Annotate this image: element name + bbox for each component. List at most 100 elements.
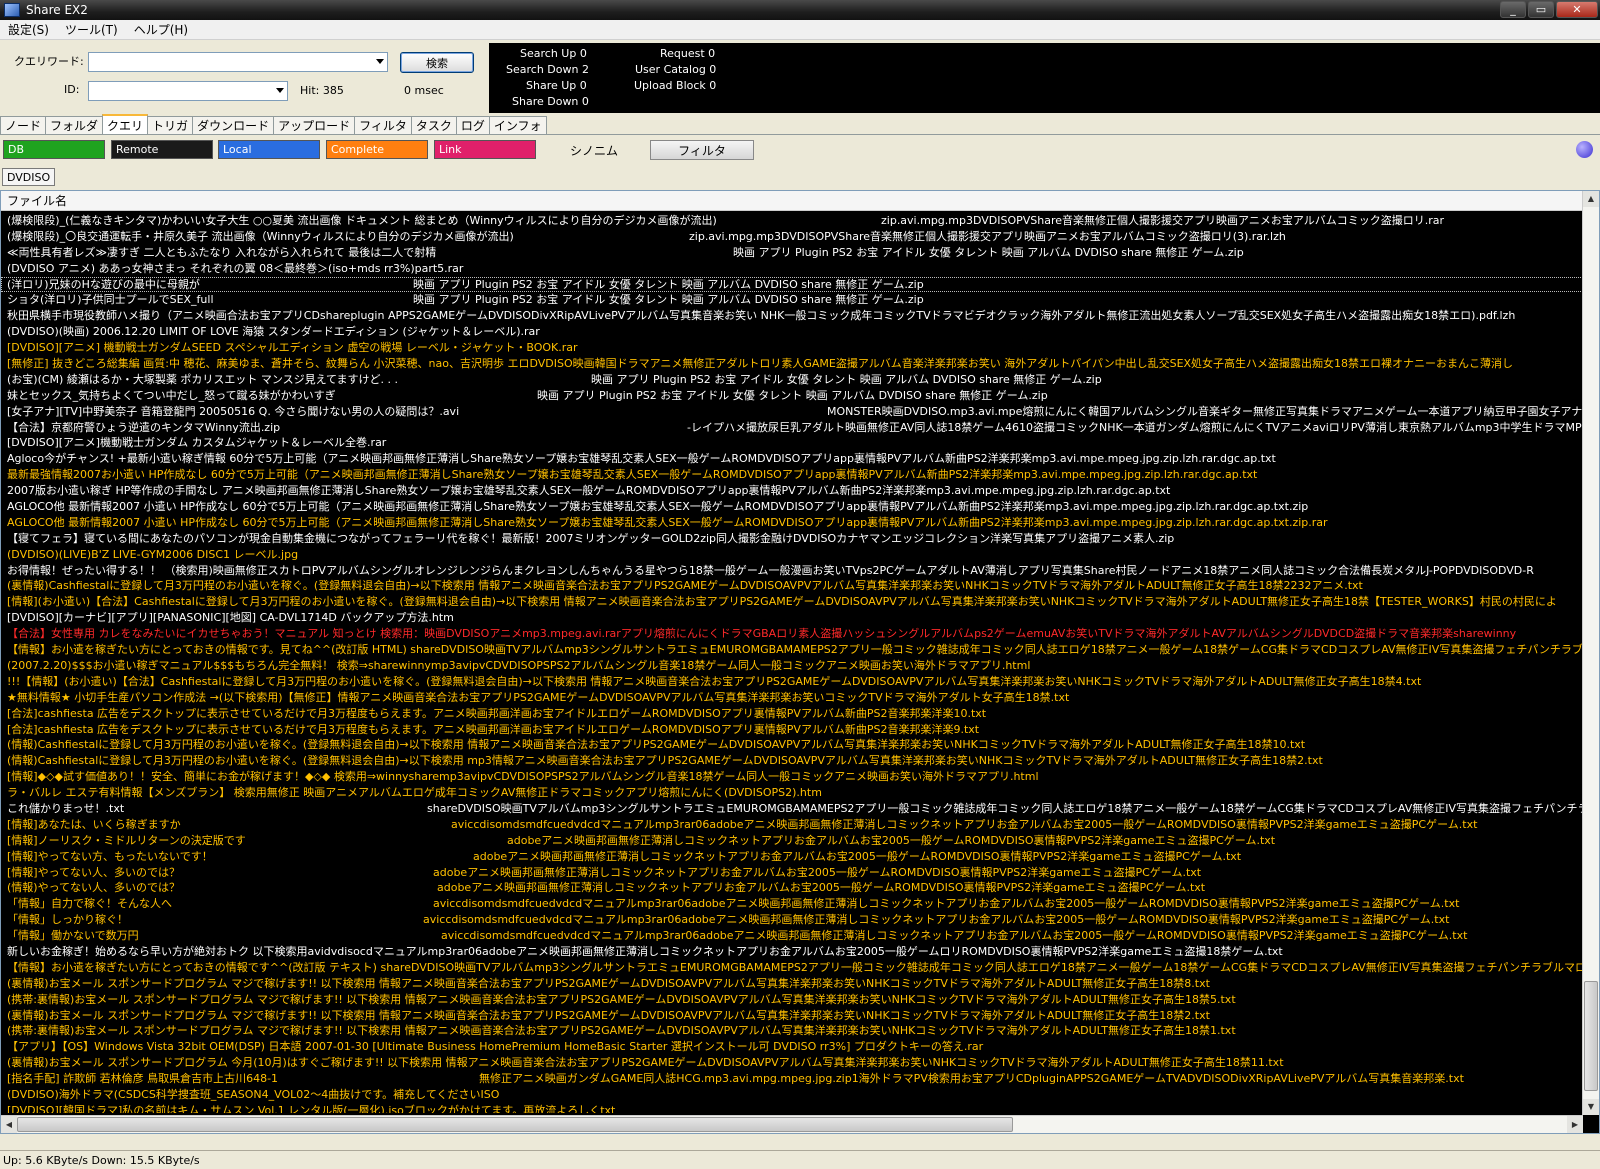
table-row[interactable]: ラ・バルレ エステ有料情報【メンズブラン】 検索用無修正 映画アニメアルバムエロ…: [1, 785, 1583, 801]
table-row[interactable]: ★無料情報★ 小切手生産パソコン作成法 →(以下検索用)【無修正】情報アニメ映画…: [1, 690, 1583, 706]
table-row[interactable]: 秋田県横手市現役教師ハメ撮り（アニメ映画合法お宝アプリCDshareplugin…: [1, 308, 1583, 324]
table-row[interactable]: お得情報！ぜったい得する！！ （検索用)映画無修正スカトロPVアルバムシングルオ…: [1, 563, 1583, 579]
scroll-right-icon[interactable]: ▶: [1567, 1116, 1583, 1133]
table-row[interactable]: 「情報」自力で稼ぐ！そんな人へ aviccdisomdsmdfcuedvdcdマニ…: [1, 896, 1583, 912]
tab-task[interactable]: タスク: [410, 116, 457, 134]
table-row[interactable]: Agloco今がチャンス! +最新小遣い稼ぎ情報 60分で5万上可能（アニメ映画…: [1, 451, 1583, 467]
table-row[interactable]: 【アプリ】【OS】Windows Vista 32bit OEM(DSP) 日本…: [1, 1039, 1583, 1055]
tab-filter[interactable]: フィルタ: [354, 116, 412, 134]
table-row[interactable]: (DVDISO)海外ドラマ(CSDCS科学捜査班_SEASON4_VOL02～4…: [1, 1087, 1583, 1103]
chevron-down-icon[interactable]: [276, 88, 284, 93]
tab-trigger[interactable]: トリガ: [147, 116, 194, 134]
id-combo[interactable]: [88, 81, 288, 101]
scroll-left-icon[interactable]: ◀: [1, 1116, 17, 1133]
table-row[interactable]: (お宝)(CM) 綾瀬はるか・大塚製薬 ポカリスエット マンスジ見えてますけど.…: [1, 372, 1583, 388]
table-row[interactable]: これ儲かりまっせ！.txt shareDVDISO映画TVアルバムmp3シングルサ…: [1, 801, 1583, 817]
menu-settings[interactable]: 設定(S): [0, 21, 57, 38]
filter-chip-local[interactable]: Local: [218, 140, 320, 159]
tab-log[interactable]: ログ: [455, 116, 490, 134]
table-row[interactable]: 妹とセックス_気持ちよくてつい中だし_怒って蹴る妹がかわいすぎ 映画 アプリ Pl…: [1, 388, 1583, 404]
table-row[interactable]: [指名手配] 詐欺師 若林倫彦 鳥取県倉吉市上古川648-1 無修正アニメ映画ガン…: [1, 1071, 1583, 1087]
menu-tools[interactable]: ツール(T): [57, 21, 126, 38]
table-row[interactable]: [DVDISO][カーナビ][アプリ][PANASONIC][地図] CA-DV…: [1, 610, 1583, 626]
filter-chip-db[interactable]: DB: [3, 140, 105, 159]
keyword-tab-dvdiso[interactable]: DVDISO: [2, 168, 56, 186]
table-row[interactable]: (携帯:裏情報)お宝メール スポンサードプログラム マジで稼げます!! 以下検索…: [1, 992, 1583, 1008]
table-row[interactable]: !!!【情報】(お小遣い)【合法】Cashfiestalに登録して月3万円程のお…: [1, 674, 1583, 690]
table-row[interactable]: 【情報】お小遣を稼ぎたい方にとっておきの情報です。見てね^^(改訂版 HTML)…: [1, 642, 1583, 658]
table-row[interactable]: [情報]◆◇◆試す価値あり！！安全、簡単にお金が稼げます！◆◇◆ 検索用⇒win…: [1, 769, 1583, 785]
scroll-down-icon[interactable]: ▼: [1583, 1099, 1599, 1115]
menu-help[interactable]: ヘルプ(H): [126, 21, 196, 38]
table-row[interactable]: 【合法】京都府警ひょう逆遣のキンタマWinny流出.zip -レイプハメ撮放尿巨乳…: [1, 420, 1583, 436]
results-list[interactable]: ファイル名 (爆検限段)_(仁義なきキンタマ)かわいい女子大生 ○○夏美 流出画…: [0, 190, 1600, 1134]
table-row[interactable]: (DVDISO アニメ) ああっ女神さまっ それぞれの翼 08＜最終巻＞(iso…: [1, 261, 1583, 277]
table-row[interactable]: (情報)Cashfiestalに登録して月3万円程のお小遣いを稼ぐ。(登録無料退…: [1, 737, 1583, 753]
table-row[interactable]: AGLOCO他 最新情報2007 小遣い HP作成なし 60分で5万上可能（アニ…: [1, 499, 1583, 515]
filter-chip-link[interactable]: Link: [434, 140, 536, 159]
table-row[interactable]: [情報]やってない方、もったいないです！ adobeアニメ映画邦画無修正薄消しコミ…: [1, 849, 1583, 865]
maximize-button[interactable]: ▭: [1528, 1, 1554, 18]
horizontal-scrollbar[interactable]: ◀ ▶: [1, 1115, 1583, 1133]
table-row[interactable]: (携帯:裏情報)お宝メール スポンサードプログラム マジで稼げます!! 以下検索…: [1, 1023, 1583, 1039]
synonym-label[interactable]: シノニム: [570, 142, 618, 159]
table-row[interactable]: (裏情報)お宝メール スポンサードプログラム マジで稼げます!! 以下検索用 情…: [1, 976, 1583, 992]
filter-chip-remote[interactable]: Remote: [111, 140, 213, 159]
table-row[interactable]: (情報)Cashfiestalに登録して月3万円程のお小遣いを稼ぐ。(登録無料退…: [1, 753, 1583, 769]
tab-download[interactable]: ダウンロード: [192, 116, 275, 134]
table-row[interactable]: [情報]あなたは、いくら稼ぎますか aviccdisomdsmdfcuedvdcd…: [1, 817, 1583, 833]
file-name: (裏情報)お宝メール スポンサードプログラム 今月(10月)はすぐご稼げます!!…: [7, 1056, 1284, 1070]
table-row[interactable]: ≪両性具有者レズ≫凄すぎ 二人ともふたなり 入れながら入れられて 最後は二人で射…: [1, 245, 1583, 261]
table-row[interactable]: [DVDISO][アニメ]機動戦士ガンダム カスタムジャケット＆レーベル全巻.r…: [1, 435, 1583, 451]
tab-query[interactable]: クエリ: [102, 114, 149, 134]
table-row[interactable]: [情報]やってない人、多いのでは？ adobeアニメ映画邦画無修正薄消しコミックネ…: [1, 865, 1583, 881]
table-row[interactable]: 「情報」しっかり稼ぐ！ aviccdisomdsmdfcuedvdcdマニュアルm…: [1, 912, 1583, 928]
search-button[interactable]: 検索: [400, 52, 474, 73]
table-row[interactable]: (洋ロリ)兄妹のHな遊びの最中に母親が 映画 アプリ Plugin PS2 お宝 …: [1, 276, 1583, 293]
filter-chip-complete[interactable]: Complete: [326, 140, 428, 159]
table-row[interactable]: (DVDISO)(LIVE)B'Z LIVE-GYM2006 DISC1 レーベ…: [1, 547, 1583, 563]
table-row[interactable]: ショタ(洋ロリ)子供同士プールでSEX_full 映画 アプリ Plugin PS…: [1, 292, 1583, 308]
table-row[interactable]: 新しいお金稼ぎ！始めるなら早い方が絶対おトク 以下検索用avidvdisocdマ…: [1, 944, 1583, 960]
table-row[interactable]: 【合法】女性専用 カレをなみたいにイカせちゃおう！マニュアル 知っとけ 検索用：…: [1, 626, 1583, 642]
table-row[interactable]: 最新最強情報2007お小遣い HP作成なし 60分で5万上可能（アニメ映画邦画無…: [1, 467, 1583, 483]
file-name: (携帯:裏情報)お宝メール スポンサードプログラム マジで稼げます!! 以下検索…: [7, 1024, 1236, 1038]
tab-folder[interactable]: フォルダ: [45, 116, 104, 134]
keyword-combo[interactable]: [88, 52, 388, 72]
table-row[interactable]: (情報)やってない人、多いのでは？ adobeアニメ映画邦画無修正薄消しコミックネ…: [1, 880, 1583, 896]
table-row[interactable]: 「情報」働かないで数万円 aviccdisomdsmdfcuedvdcdマニュアル…: [1, 928, 1583, 944]
table-row[interactable]: [情報]ノーリスク・ミドルリターンの決定版です adobeアニメ映画邦画無修正薄消…: [1, 833, 1583, 849]
table-row[interactable]: [合法]cashfiesta 広告をデスクトップに表示させているだけで月3万程度…: [1, 722, 1583, 738]
file-name: [情報](お小遣い)【合法】Cashfiestalに登録して月3万円程のお小遣い…: [7, 595, 1557, 609]
hscroll-thumb[interactable]: [17, 1117, 1013, 1132]
scroll-thumb[interactable]: [1584, 981, 1598, 1091]
table-row[interactable]: [情報](お小遣い)【合法】Cashfiestalに登録して月3万円程のお小遣い…: [1, 594, 1583, 610]
tab-node[interactable]: ノード: [0, 116, 47, 134]
table-row[interactable]: [女子アナ][TV]中野美奈子 音箱登龍門 20050516 Q. 今さら聞けな…: [1, 404, 1583, 420]
table-row[interactable]: (裏情報)お宝メール スポンサードプログラム マジで稼げます!! 以下検索用 情…: [1, 1008, 1583, 1024]
table-row[interactable]: 【情報】お小遣を稼ぎたい方にとっておきの情報です^^(改訂版 テキスト) sha…: [1, 960, 1583, 976]
table-row[interactable]: [合法]cashfiesta 広告をデスクトップに表示させているだけで月3万程度…: [1, 706, 1583, 722]
globe-icon[interactable]: [1576, 141, 1593, 158]
table-row[interactable]: [無修正] 抜きどころ総集編 画質:中 穂花、麻美ゆま、蒼井そら、紋舞らん 小沢…: [1, 356, 1583, 372]
table-row[interactable]: (裏情報)Cashfiestalに登録して月3万円程のお小遣いを稼ぐ。(登録無料…: [1, 578, 1583, 594]
scroll-up-icon[interactable]: ▲: [1583, 191, 1599, 207]
table-row[interactable]: (2007.2.20)$$$お小遣い稼ぎマニュアル$$$もちろん完全無料！ 検索…: [1, 658, 1583, 674]
tab-upload[interactable]: アップロード: [273, 116, 356, 134]
tab-info[interactable]: インフォ: [488, 116, 547, 134]
close-button[interactable]: ✕: [1556, 1, 1598, 18]
table-row[interactable]: (裏情報)お宝メール スポンサードプログラム 今月(10月)はすぐご稼げます!!…: [1, 1055, 1583, 1071]
chevron-down-icon[interactable]: [376, 59, 384, 64]
vertical-scrollbar[interactable]: ▲ ▼: [1582, 191, 1599, 1115]
table-row[interactable]: (DVDISO)(映画) 2006.12.20 LIMIT OF LOVE 海猿…: [1, 324, 1583, 340]
table-row[interactable]: 2007版お小遣い稼ぎ HP等作成の手間なし アニメ映画邦画無修正薄消しShar…: [1, 483, 1583, 499]
table-row[interactable]: 【寝てフェラ】寝ている間にあなたのパソコンが現金自動集金機につながってフェラーリ…: [1, 531, 1583, 547]
table-row[interactable]: (爆検限段)_〇良交通運転手・井原久美子 流出画像（Winnyウィルスにより自分…: [1, 229, 1583, 245]
table-row[interactable]: [DVDISO][アニメ] 機動戦士ガンダムSEED スペシャルエディション 虚…: [1, 340, 1583, 356]
filter-button[interactable]: フィルタ: [650, 140, 754, 160]
table-row[interactable]: (爆検限段)_(仁義なきキンタマ)かわいい女子大生 ○○夏美 流出画像 ドキュメ…: [1, 213, 1583, 229]
column-header-filename[interactable]: ファイル名: [1, 191, 1583, 211]
table-row[interactable]: AGLOCO他 最新情報2007 小遣い HP作成なし 60分で5万上可能（アニ…: [1, 515, 1583, 531]
table-row[interactable]: [DVDISO][韓国ドラマ]私の名前はキム・サムスン Vol.1 レンタル版(…: [1, 1103, 1583, 1113]
minimize-button[interactable]: _: [1500, 1, 1526, 18]
